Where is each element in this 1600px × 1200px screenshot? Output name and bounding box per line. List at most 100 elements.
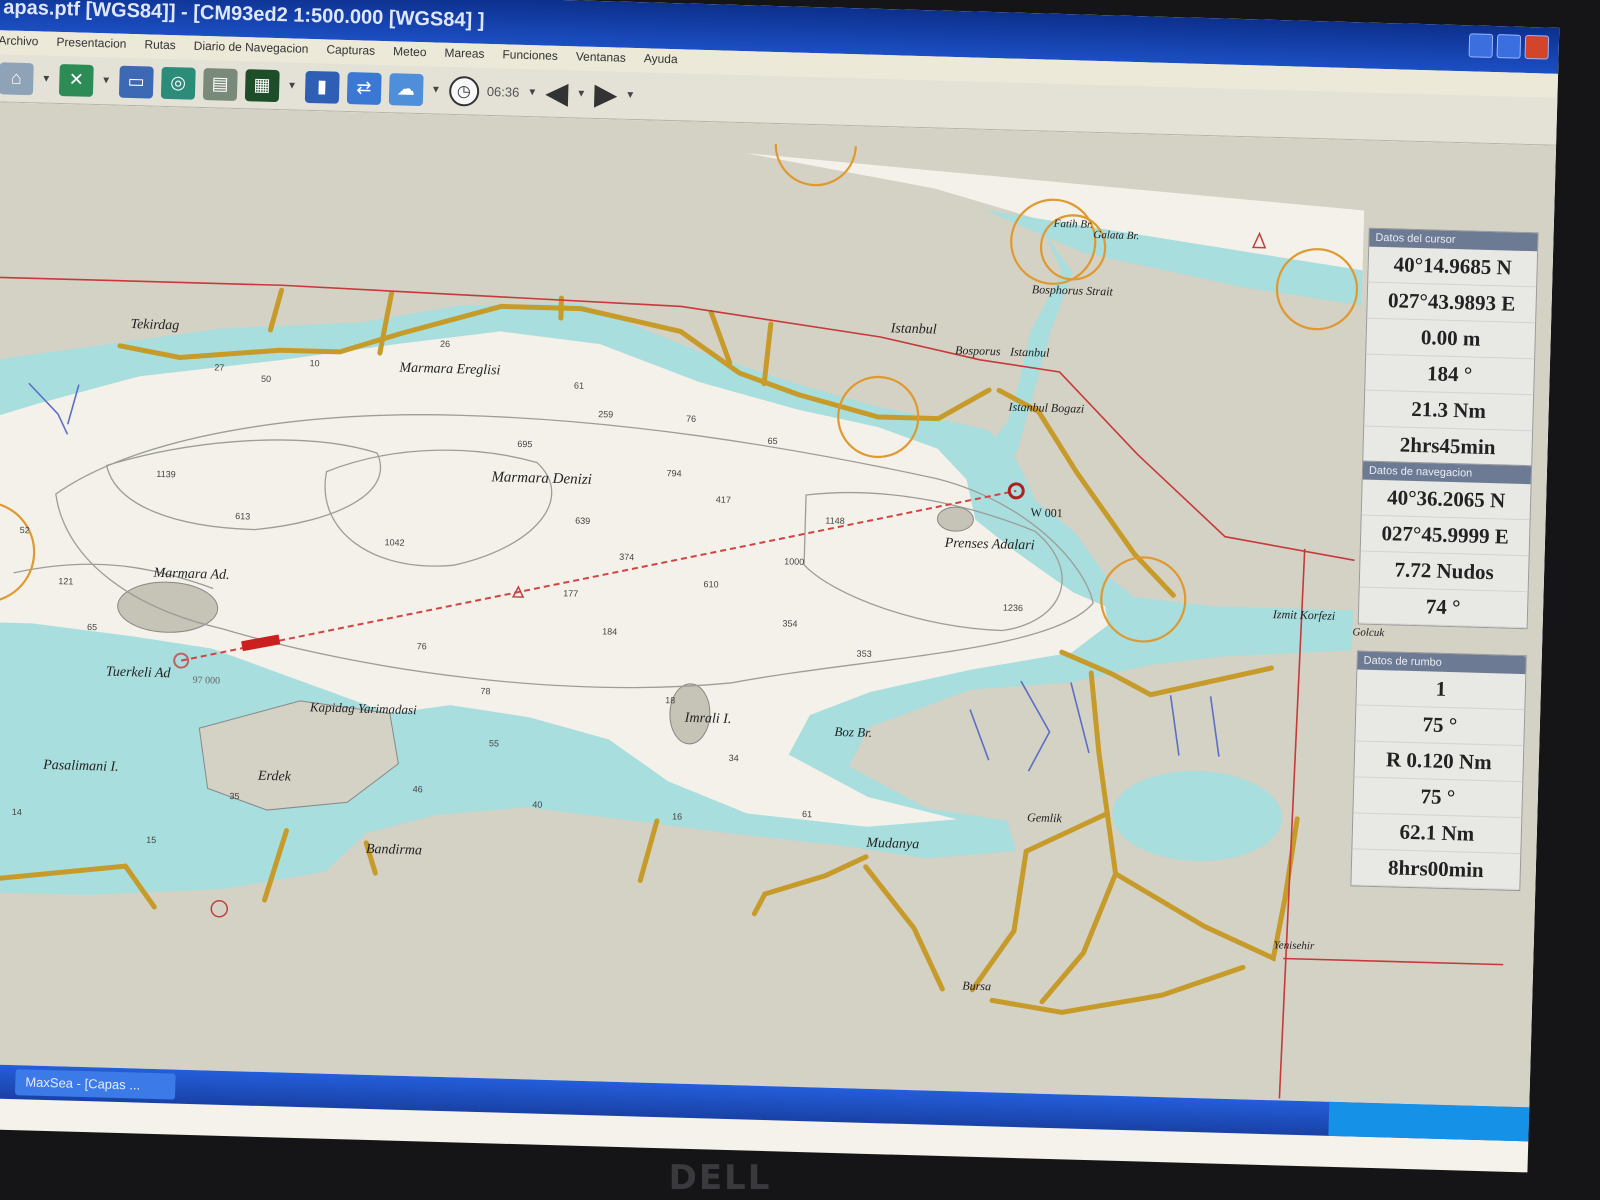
place-yenisehir: Yenisehir [1273,939,1315,952]
depth-label: 177 [563,588,578,598]
depth-label: 65 [767,436,777,446]
weather-icon[interactable]: ☁ [388,72,424,106]
chevron-down-icon[interactable]: ▼ [625,90,635,101]
depth-label: 354 [782,618,797,628]
place-marmara-ad: Marmara Ad. [152,566,229,583]
depth-label: 374 [619,552,634,562]
depth-label: 1148 [825,516,845,527]
route-xte: R 0.120 Nm [1354,741,1524,783]
depth-label: 40 [532,799,542,809]
depth-label: 613 [235,511,250,521]
place-golcuk: Golcuk [1352,626,1385,639]
cursor-tool-icon[interactable]: ✕ [58,63,94,97]
menu-archivo[interactable]: Archivo [0,33,39,52]
place-fatih-br: Fatih Br. [1053,218,1093,231]
depth-label: 1000 [784,556,804,567]
home-icon[interactable]: ⌂ [0,61,34,95]
menu-ventanas[interactable]: Ventanas [576,49,626,68]
place-mudanya: Mudanya [865,836,919,852]
route-time: 8hrs00min [1351,849,1521,891]
chevron-down-icon[interactable]: ▼ [101,75,111,86]
depth-label: 27 [214,362,224,372]
depth-label: 794 [666,468,681,478]
depth-label: 259 [598,409,613,419]
depth-label: 14 [12,807,22,817]
chevron-down-icon[interactable]: ▼ [287,80,297,91]
nav-course: 74 ° [1358,587,1528,629]
menu-ayuda[interactable]: Ayuda [644,51,678,70]
nav-longitude: 027°45.9999 E [1360,515,1530,557]
place-bosphorus-strait: Bosphorus Strait [1032,282,1114,298]
chevron-down-icon[interactable]: ▼ [431,84,441,95]
navigation-data-panel: Datos de navegacion 40°36.2065 N 027°45.… [1357,460,1533,630]
chart-window-icon[interactable]: ▭ [118,65,154,99]
route-bearing: 75 ° [1355,705,1525,747]
place-bursa: Bursa [962,979,991,994]
cursor-data-panel: Datos del cursor 40°14.9685 N 027°43.989… [1362,227,1539,469]
place-pasalimani: Pasalimani I. [42,758,119,775]
system-tray [1328,1101,1530,1142]
place-bosporus: Bosporus [955,343,1001,358]
place-istanbul-bogazi: Istanbul Bogazi [1007,400,1084,416]
radar-icon[interactable]: ▦ [244,68,280,102]
place-galata-br: Galata Br. [1093,229,1139,242]
maximize-button[interactable] [1496,34,1522,59]
minimize-button[interactable] [1468,33,1494,58]
depth-label: 35 [229,791,239,801]
cursor-longitude: 027°43.9893 E [1367,282,1537,324]
bar-chart-icon[interactable]: ▮ [304,70,340,104]
chevron-down-icon[interactable]: ▼ [576,88,586,99]
cursor-distance: 21.3 Nm [1364,390,1534,432]
menu-mareas[interactable]: Mareas [444,46,484,65]
cursor-bearing: 184 ° [1365,354,1535,396]
nautical-chart[interactable]: Tekirdag Marmara Ereglisi Istanbul Istan… [0,101,1557,1108]
depth-label: 34 [729,753,739,763]
depth-label: 1236 [1003,603,1023,614]
layers-icon[interactable]: ▤ [202,67,238,101]
route-course: 75 ° [1353,777,1523,819]
chevron-down-icon[interactable]: ▼ [527,87,537,98]
toolbar-time: 06:36 [486,83,520,100]
monitor-brand-logo: DELL [668,1158,772,1198]
clock-icon[interactable]: ◷ [448,75,480,107]
route-data-panel: Datos de rumbo 1 75 ° R 0.120 Nm 75 ° 62… [1350,650,1527,892]
place-imrali: Imrali I. [684,711,732,727]
place-erdek: Erdek [257,769,292,785]
place-gemlik: Gemlik [1027,810,1063,825]
swap-arrows-icon[interactable]: ⇄ [346,71,382,105]
depth-label: 61 [802,809,812,819]
depth-label: 610 [703,579,718,589]
menu-diario[interactable]: Diario de Navegacion [193,39,309,60]
menu-capturas[interactable]: Capturas [326,42,375,61]
screen: apas.ptf [WGS84]] - [CM93ed2 1:500.000 [… [0,0,1560,1173]
place-tuerkeli-ad: Tuerkeli Ad [106,665,172,682]
depth-label: 76 [686,414,696,424]
menu-funciones[interactable]: Funciones [502,47,558,67]
place-bandirma: Bandirma [366,842,422,859]
depth-label: 184 [602,626,617,636]
menu-meteo[interactable]: Meteo [393,44,427,63]
depth-label: 353 [857,648,872,658]
place-prenses-adalari: Prenses Adalari [944,536,1035,554]
close-button[interactable] [1524,34,1550,60]
menu-presentacion[interactable]: Presentacion [56,35,127,55]
globe-icon[interactable]: ◎ [160,66,196,100]
depth-label: 121 [58,576,73,586]
place-izmit: Izmit Korfezi [1272,607,1336,623]
cursor-depth: 0.00 m [1366,318,1536,360]
depth-label: 76 [417,641,427,651]
depth-label: 639 [575,516,590,526]
place-istanbul-2: Istanbul [1009,345,1050,360]
chevron-down-icon[interactable]: ▼ [41,73,51,84]
route-distance: 62.1 Nm [1352,813,1522,855]
menu-rutas[interactable]: Rutas [144,37,176,56]
forward-arrow-icon[interactable]: ▶ [594,77,618,113]
depth-label: 1042 [384,537,404,548]
taskbar-item-maxsea[interactable]: MaxSea - [Capas ... [14,1069,176,1100]
window-title: apas.ptf [WGS84]] - [CM93ed2 1:500.000 [… [3,0,485,32]
cursor-latitude: 40°14.9685 N [1368,246,1538,288]
depth-label: 55 [489,738,499,748]
depth-label: 417 [716,494,731,504]
place-marmara-denizi: Marmara Denizi [490,469,592,488]
back-arrow-icon[interactable]: ◀ [545,76,569,112]
